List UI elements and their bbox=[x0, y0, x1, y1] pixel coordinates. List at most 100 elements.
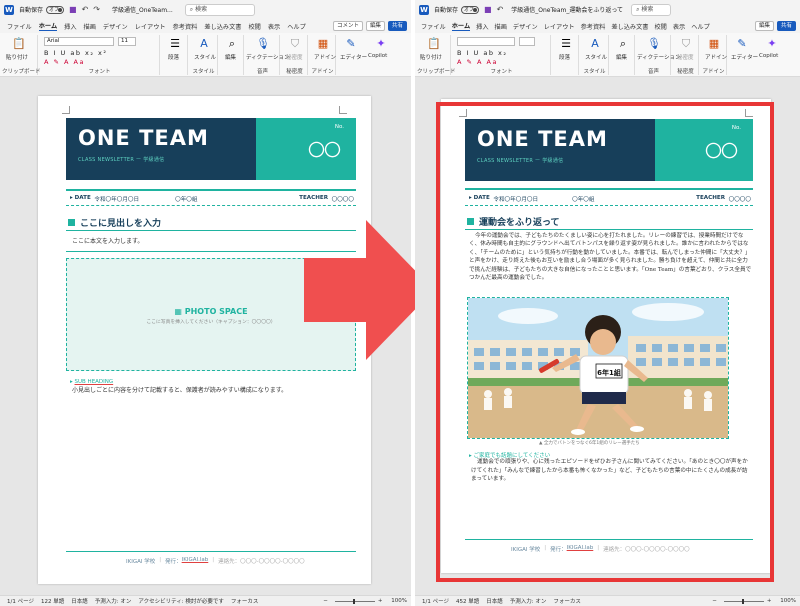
date-value[interactable]: 令和〇年〇月〇日 bbox=[493, 195, 538, 203]
zoom-control[interactable]: − + 100% bbox=[712, 598, 796, 604]
document-page[interactable]: ONE TEAM CLASS NEWSLETTER ー 学級通信 No. 〇〇 … bbox=[441, 99, 771, 573]
tab-view[interactable]: 表示 bbox=[673, 22, 685, 31]
color-buttons[interactable]: A ✎ A Aa bbox=[457, 58, 498, 66]
zoom-slider[interactable] bbox=[723, 598, 764, 604]
tab-review[interactable]: 校閲 bbox=[248, 22, 260, 31]
word-count[interactable]: 122 単語 bbox=[41, 597, 64, 605]
sub-heading[interactable]: ▸ SUB HEADING bbox=[70, 379, 113, 385]
tab-design[interactable]: デザイン bbox=[103, 22, 128, 31]
tab-draw[interactable]: 描画 bbox=[84, 22, 96, 31]
teacher-value[interactable]: 〇〇〇〇 bbox=[729, 195, 751, 203]
focus-mode[interactable]: フォーカス bbox=[231, 597, 259, 605]
accessibility-status[interactable]: アクセシビリティ: 検討が必要です bbox=[138, 597, 224, 605]
footer-publisher[interactable]: IKIGAI.lab bbox=[182, 557, 209, 565]
tab-mailings[interactable]: 差し込み文書 bbox=[611, 22, 648, 31]
addins-icon[interactable]: ▦ bbox=[707, 37, 721, 51]
copilot-label[interactable]: Copilot bbox=[759, 53, 778, 59]
editor-icon[interactable]: ✎ bbox=[735, 37, 749, 51]
comment-button[interactable]: コメント bbox=[332, 21, 363, 31]
copilot-icon[interactable]: ✦ bbox=[374, 37, 388, 51]
tab-insert[interactable]: 挿入 bbox=[64, 22, 76, 31]
page-count[interactable]: 1/1 ページ bbox=[7, 597, 34, 605]
editing-icon[interactable]: ⌕ bbox=[225, 37, 239, 51]
class-value[interactable]: 〇年〇組 bbox=[572, 195, 594, 203]
editing-label[interactable]: 編集 bbox=[616, 53, 627, 61]
page-count[interactable]: 1/1 ページ bbox=[422, 597, 449, 605]
font-size-field[interactable] bbox=[519, 37, 535, 46]
edit-mode-button[interactable]: 編集 bbox=[754, 21, 774, 31]
microphone-icon[interactable]: 🎙 bbox=[256, 37, 270, 51]
copilot-label[interactable]: Copilot bbox=[368, 53, 387, 59]
share-button[interactable]: 共有 bbox=[776, 21, 796, 31]
copilot-icon[interactable]: ✦ bbox=[765, 37, 779, 51]
tab-help[interactable]: ヘルプ bbox=[287, 22, 306, 31]
styles-label[interactable]: スタイル bbox=[194, 53, 216, 61]
sensitivity-icon[interactable]: ⛉ bbox=[288, 37, 302, 51]
search-box[interactable]: ⌕ 検索 bbox=[184, 3, 255, 16]
redo-icon[interactable]: ↷ bbox=[93, 5, 100, 14]
tab-references[interactable]: 参考資料 bbox=[581, 22, 606, 31]
tab-insert[interactable]: 挿入 bbox=[476, 22, 488, 31]
focus-mode[interactable]: フォーカス bbox=[553, 597, 581, 605]
tab-file[interactable]: ファイル bbox=[7, 22, 32, 31]
zoom-slider[interactable] bbox=[334, 598, 375, 604]
styles-icon[interactable]: A bbox=[197, 37, 211, 51]
language[interactable]: 日本語 bbox=[486, 597, 503, 605]
date-value[interactable]: 令和〇年〇月〇日 bbox=[94, 195, 139, 203]
footer-publisher[interactable]: IKIGAI.lab bbox=[567, 545, 594, 553]
format-buttons[interactable]: B I U ab x₂ bbox=[457, 49, 507, 57]
edit-mode-button[interactable]: 編集 bbox=[365, 21, 385, 31]
editing-icon[interactable]: ⌕ bbox=[616, 37, 630, 51]
body-text[interactable]: 今年の運動会では、子どもたちのたくましい姿に心を打たれました。リレーの練習では、… bbox=[469, 232, 753, 282]
tab-file[interactable]: ファイル bbox=[421, 22, 446, 31]
paste-icon[interactable]: 📋 bbox=[12, 37, 26, 51]
tab-layout[interactable]: レイアウト bbox=[544, 22, 575, 31]
styles-icon[interactable]: A bbox=[588, 37, 602, 51]
class-value[interactable]: 〇年〇組 bbox=[175, 195, 197, 203]
font-name-field[interactable]: Arial bbox=[44, 37, 114, 46]
addins-label[interactable]: アドイン bbox=[705, 53, 727, 61]
tab-layout[interactable]: レイアウト bbox=[135, 22, 166, 31]
tab-view[interactable]: 表示 bbox=[268, 22, 280, 31]
sensitivity-icon[interactable]: ⛉ bbox=[679, 37, 693, 51]
font-name-field[interactable] bbox=[457, 37, 515, 46]
editing-label[interactable]: 編集 bbox=[225, 53, 236, 61]
paste-icon[interactable]: 📋 bbox=[427, 37, 441, 51]
share-button[interactable]: 共有 bbox=[387, 21, 407, 31]
save-icon[interactable]: ■ bbox=[484, 5, 492, 14]
tab-references[interactable]: 参考資料 bbox=[173, 22, 198, 31]
autosave-toggle[interactable]: オフ bbox=[461, 5, 480, 14]
word-count[interactable]: 452 単語 bbox=[456, 597, 479, 605]
tab-review[interactable]: 校閲 bbox=[654, 22, 666, 31]
text-predictions[interactable]: 予測入力: オン bbox=[510, 597, 547, 605]
tab-home[interactable]: ホーム bbox=[451, 21, 471, 31]
text-predictions[interactable]: 予測入力: オン bbox=[95, 597, 132, 605]
sensitivity-label[interactable]: 秘密度 bbox=[677, 53, 694, 61]
section-heading[interactable]: 運動会をふり返って bbox=[467, 215, 560, 228]
tab-home[interactable]: ホーム bbox=[38, 21, 58, 31]
paragraph-label[interactable]: 段落 bbox=[559, 53, 570, 61]
sensitivity-label[interactable]: 秘密度 bbox=[286, 53, 303, 61]
undo-icon[interactable]: ↶ bbox=[82, 5, 89, 14]
color-buttons[interactable]: A ✎ A Aa bbox=[44, 58, 85, 66]
font-size-field[interactable]: 11 bbox=[118, 37, 136, 46]
addins-icon[interactable]: ▦ bbox=[316, 37, 330, 51]
relay-illustration[interactable]: 6年1組 bbox=[467, 297, 729, 439]
paragraph-label[interactable]: 段落 bbox=[168, 53, 179, 61]
teacher-value[interactable]: 〇〇〇〇 bbox=[332, 195, 354, 203]
editor-label[interactable]: エディター bbox=[340, 53, 367, 61]
paragraph-icon[interactable]: ☰ bbox=[168, 37, 182, 51]
editor-label[interactable]: エディター bbox=[731, 53, 758, 61]
tab-design[interactable]: デザイン bbox=[513, 22, 538, 31]
format-buttons[interactable]: B I U ab x₂ x² bbox=[44, 49, 107, 57]
styles-label[interactable]: スタイル bbox=[585, 53, 607, 61]
language[interactable]: 日本語 bbox=[71, 597, 88, 605]
undo-icon[interactable]: ↶ bbox=[497, 5, 504, 14]
paste-label[interactable]: 貼り付け bbox=[420, 53, 442, 61]
addins-label[interactable]: アドイン bbox=[314, 53, 336, 61]
section-heading[interactable]: ここに見出しを入力 bbox=[68, 216, 161, 229]
zoom-control[interactable]: − + 100% bbox=[323, 598, 407, 604]
autosave-toggle[interactable]: オフ bbox=[46, 5, 65, 14]
microphone-icon[interactable]: 🎙 bbox=[647, 37, 661, 51]
tab-draw[interactable]: 描画 bbox=[495, 22, 507, 31]
